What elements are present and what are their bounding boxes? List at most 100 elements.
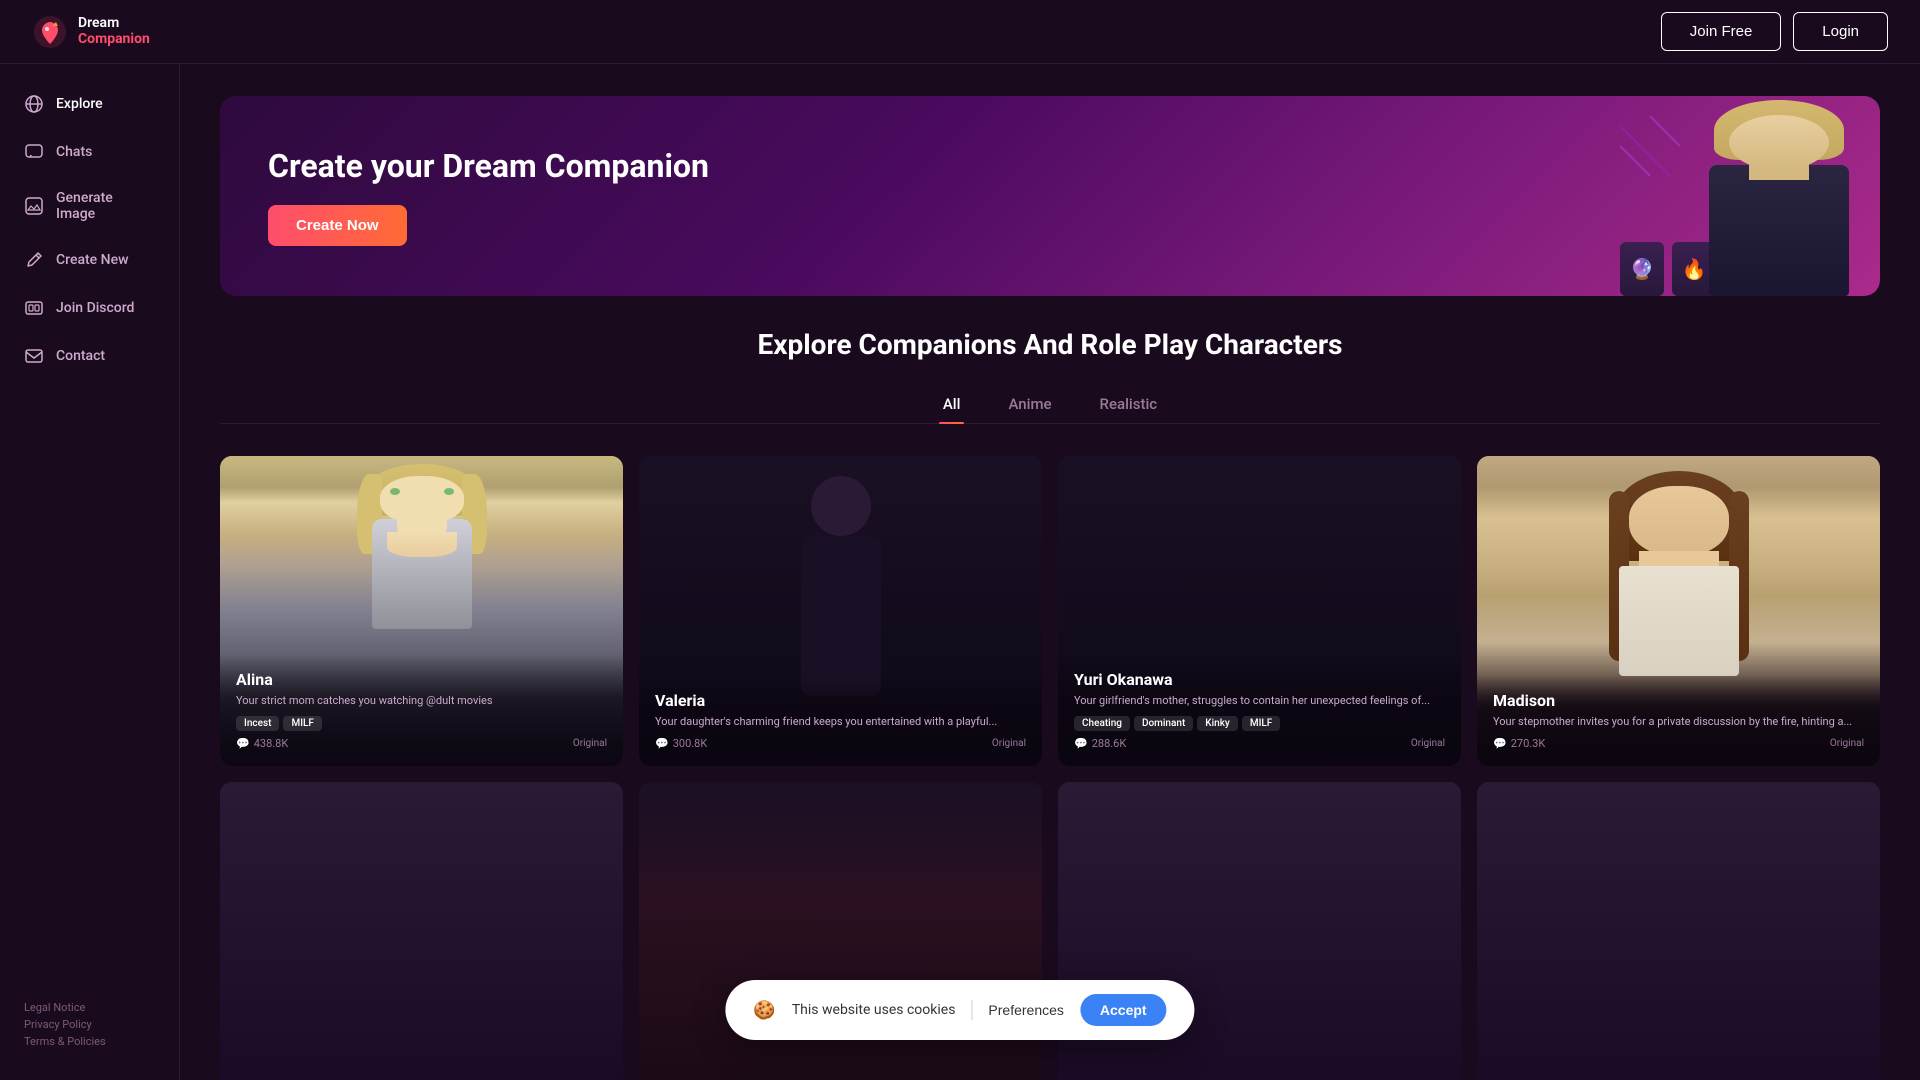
cookie-text: This website uses cookies xyxy=(792,1002,956,1018)
sidebar-footer: Legal Notice Privacy Policy Terms & Poli… xyxy=(0,985,179,1064)
sidebar-item-generate-image[interactable]: Generate Image xyxy=(0,176,179,236)
chat-icon-yuri: 💬 xyxy=(1074,737,1088,750)
explore-title: Explore Companions And Role Play Charact… xyxy=(220,328,1880,361)
card-name-valeria: Valeria xyxy=(655,691,1026,710)
tab-all[interactable]: All xyxy=(939,385,965,423)
terms-policies-link[interactable]: Terms & Policies xyxy=(24,1035,106,1048)
sidebar-item-create-new[interactable]: Create New xyxy=(0,236,179,284)
hero-decoration xyxy=(1620,116,1680,180)
chat-icon-valeria: 💬 xyxy=(655,737,669,750)
character-card-alina[interactable]: Alina Your strict mom catches you watchi… xyxy=(220,456,623,766)
card-tags-yuri: Cheating Dominant Kinky MILF xyxy=(1074,716,1445,731)
hero-title: Create your Dream Companion xyxy=(268,147,709,185)
logo-companion: Companion xyxy=(78,32,150,47)
card-stats-madison: 💬 270.3K xyxy=(1493,737,1545,750)
hero-content: Create your Dream Companion Create Now xyxy=(220,147,757,246)
discord-icon xyxy=(24,298,44,318)
cookie-icon: 🍪 xyxy=(753,1000,775,1021)
explore-section: Explore Companions And Role Play Charact… xyxy=(180,296,1920,1080)
card-stats-yuri: 💬 288.6K xyxy=(1074,737,1126,750)
accept-button[interactable]: Accept xyxy=(1080,994,1167,1026)
sidebar-generate-label: Generate Image xyxy=(56,190,155,222)
character-card-placeholder-1[interactable] xyxy=(220,782,623,1080)
character-card-valeria[interactable]: Valeria Your daughter's charming friend … xyxy=(639,456,1042,766)
sidebar-item-chats[interactable]: Chats xyxy=(0,128,179,176)
sidebar-chats-label: Chats xyxy=(56,144,92,160)
madison-figure xyxy=(1614,471,1744,671)
logo-icon xyxy=(32,14,68,50)
contact-icon xyxy=(24,346,44,366)
image-gen-icon xyxy=(24,196,44,216)
card-footer-alina: 💬 438.8K Original xyxy=(236,737,607,750)
card-desc-yuri: Your girlfriend's mother, struggles to c… xyxy=(1074,693,1445,708)
sidebar-create-label: Create New xyxy=(56,252,128,268)
card-badge-madison: Original xyxy=(1830,738,1864,749)
cookie-separator xyxy=(971,1000,972,1020)
card-badge-valeria: Original xyxy=(992,738,1026,749)
tag-milf: MILF xyxy=(283,716,322,731)
alina-figure xyxy=(362,464,482,624)
character-card-yuri[interactable]: Yuri Okanawa Your girlfriend's mother, s… xyxy=(1058,456,1461,766)
card-badge-alina: Original xyxy=(573,738,607,749)
sidebar-contact-label: Contact xyxy=(56,348,105,364)
card-badge-yuri: Original xyxy=(1411,738,1445,749)
create-icon xyxy=(24,250,44,270)
cookie-banner: 🍪 This website uses cookies Preferences … xyxy=(725,980,1194,1040)
card-desc-madison: Your stepmother invites you for a privat… xyxy=(1493,714,1864,729)
valeria-figure xyxy=(791,476,891,696)
card-footer-yuri: 💬 288.6K Original xyxy=(1074,737,1445,750)
card-desc-alina: Your strict mom catches you watching @du… xyxy=(236,693,607,708)
header: Dream Companion Join Free Login xyxy=(0,0,1920,64)
legal-notice-link[interactable]: Legal Notice xyxy=(24,1001,85,1014)
explore-tabs: All Anime Realistic xyxy=(220,385,1880,424)
create-now-button[interactable]: Create Now xyxy=(268,205,407,246)
tab-realistic[interactable]: Realistic xyxy=(1096,385,1162,423)
tab-anime[interactable]: Anime xyxy=(1004,385,1055,423)
tag-cheating: Cheating xyxy=(1074,716,1130,731)
chat-icon-madison: 💬 xyxy=(1493,737,1507,750)
card-desc-valeria: Your daughter's charming friend keeps yo… xyxy=(655,714,1026,729)
card-footer-madison: 💬 270.3K Original xyxy=(1493,737,1864,750)
sidebar-item-contact[interactable]: Contact xyxy=(0,332,179,380)
sidebar-item-explore[interactable]: Explore xyxy=(0,80,179,128)
card-stats-valeria: 💬 300.8K xyxy=(655,737,707,750)
hero-banner: Create your Dream Companion Create Now 🔮… xyxy=(220,96,1880,296)
logo-dream: Dream xyxy=(78,16,150,31)
card-image-p4 xyxy=(1477,782,1880,1080)
card-overlay-yuri: Yuri Okanawa Your girlfriend's mother, s… xyxy=(1058,654,1461,766)
hero-character xyxy=(1694,100,1864,296)
chat-bubble-icon xyxy=(24,142,44,162)
card-overlay-madison: Madison Your stepmother invites you for … xyxy=(1477,675,1880,766)
chat-count-icon: 💬 xyxy=(236,737,250,750)
sidebar: Explore Chats Generate Image xyxy=(0,64,180,1080)
hero-prop-1: 🔮 xyxy=(1620,242,1664,296)
card-stats-alina: 💬 438.8K xyxy=(236,737,288,750)
join-free-button[interactable]: Join Free xyxy=(1661,12,1782,51)
hero-image: 🔮 🔥 xyxy=(1600,96,1880,296)
tag-kinky: Kinky xyxy=(1197,716,1238,731)
tag-milf-yuri: MILF xyxy=(1242,716,1281,731)
card-footer-valeria: 💬 300.8K Original xyxy=(655,737,1026,750)
sidebar-discord-label: Join Discord xyxy=(56,300,134,316)
character-card-placeholder-4[interactable] xyxy=(1477,782,1880,1080)
header-buttons: Join Free Login xyxy=(1661,12,1888,51)
tag-dominant: Dominant xyxy=(1134,716,1193,731)
privacy-policy-link[interactable]: Privacy Policy xyxy=(24,1018,92,1031)
main-layout: Explore Chats Generate Image xyxy=(0,64,1920,1080)
tag-incest: Incest xyxy=(236,716,279,731)
main-content: Create your Dream Companion Create Now 🔮… xyxy=(180,64,1920,1080)
sidebar-item-join-discord[interactable]: Join Discord xyxy=(0,284,179,332)
card-tags-alina: Incest MILF xyxy=(236,716,607,731)
preferences-button[interactable]: Preferences xyxy=(988,1002,1063,1018)
card-overlay-valeria: Valeria Your daughter's charming friend … xyxy=(639,675,1042,766)
card-name-madison: Madison xyxy=(1493,691,1864,710)
card-name-yuri: Yuri Okanawa xyxy=(1074,670,1445,689)
logo-text: Dream Companion xyxy=(78,16,150,47)
login-button[interactable]: Login xyxy=(1793,12,1888,51)
sidebar-explore-label: Explore xyxy=(56,96,103,112)
character-card-madison[interactable]: Madison Your stepmother invites you for … xyxy=(1477,456,1880,766)
logo[interactable]: Dream Companion xyxy=(32,14,150,50)
card-name-alina: Alina xyxy=(236,670,607,689)
card-image-p1 xyxy=(220,782,623,1080)
card-overlay-alina: Alina Your strict mom catches you watchi… xyxy=(220,654,623,766)
